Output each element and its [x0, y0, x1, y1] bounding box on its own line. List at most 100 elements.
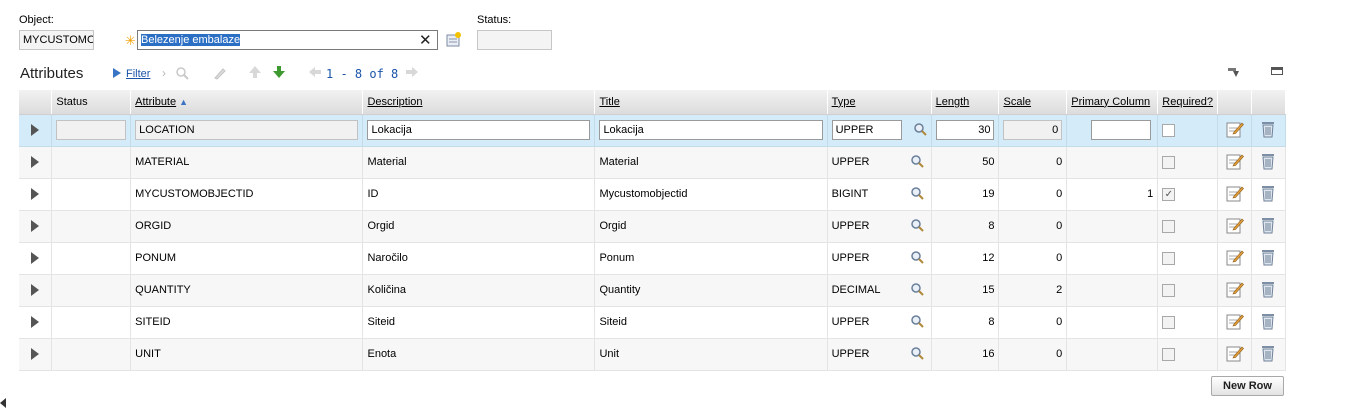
row-expand[interactable]	[19, 178, 53, 211]
trash-icon[interactable]	[1259, 184, 1277, 205]
status-input[interactable]	[56, 120, 127, 140]
header-status[interactable]: Status	[51, 90, 132, 115]
edit-cell	[1217, 146, 1252, 179]
table-row[interactable]: PONUM Naročilo Ponum UPPER 12 0	[19, 242, 1287, 275]
primary-cell	[1066, 274, 1159, 307]
table-row[interactable]: LOCATION Lokacija Lokacija UPPER 30 0	[19, 114, 1287, 147]
title-cell: Mycustomobjectid	[594, 178, 828, 211]
search-icon[interactable]	[175, 66, 189, 83]
trash-icon[interactable]	[1259, 248, 1277, 269]
lookup-icon[interactable]	[910, 282, 924, 299]
download-icon[interactable]	[1227, 67, 1241, 82]
table-row[interactable]: UNIT Enota Unit UPPER 16 0	[19, 338, 1287, 371]
table-row[interactable]: MYCUSTOMOBJECTID ID Mycustomobjectid BIGINT…	[19, 178, 1287, 211]
trash-icon[interactable]	[1259, 216, 1277, 237]
delete-cell	[1251, 306, 1287, 339]
filter-link[interactable]: Filter	[126, 68, 150, 80]
collapse-icon[interactable]	[1271, 67, 1283, 80]
clear-filter-icon[interactable]	[213, 66, 227, 83]
trash-icon[interactable]	[1259, 344, 1277, 365]
attribute-input[interactable]: LOCATION	[135, 120, 359, 140]
header-description[interactable]: Description	[362, 90, 596, 115]
lookup-icon[interactable]	[913, 122, 927, 139]
required-checkbox[interactable]	[1162, 219, 1176, 233]
row-expand[interactable]	[19, 274, 53, 307]
required-cell	[1157, 146, 1219, 179]
required-checkbox[interactable]	[1162, 283, 1176, 297]
arrow-down-icon[interactable]	[272, 65, 286, 82]
delete-cell	[1251, 146, 1287, 179]
expand-arrow-icon	[31, 124, 40, 137]
length-input[interactable]: 30	[935, 120, 995, 140]
row-expand[interactable]	[19, 114, 53, 147]
filter-arrow-icon[interactable]	[112, 67, 122, 82]
required-checkbox[interactable]	[1162, 251, 1176, 265]
type-value: UPPER	[831, 155, 870, 168]
edit-icon[interactable]	[1226, 216, 1244, 237]
status-field[interactable]	[477, 30, 552, 50]
arrow-up-icon[interactable]	[248, 65, 262, 82]
required-checkbox[interactable]: ✓	[1162, 187, 1176, 201]
trash-icon[interactable]	[1259, 312, 1277, 333]
edit-icon[interactable]	[1226, 280, 1244, 301]
clear-icon[interactable]: ✕	[419, 31, 432, 49]
trash-icon[interactable]	[1259, 152, 1277, 173]
edit-icon[interactable]	[1226, 184, 1244, 205]
edit-icon[interactable]	[1226, 120, 1244, 141]
required-checkbox[interactable]	[1162, 347, 1176, 361]
edit-icon[interactable]	[1226, 312, 1244, 333]
description-field[interactable]: Belezenje embalaze	[137, 30, 438, 50]
lookup-icon[interactable]	[910, 186, 924, 203]
lookup-icon[interactable]	[910, 250, 924, 267]
edit-icon[interactable]	[1226, 344, 1244, 365]
row-expand[interactable]	[19, 242, 53, 275]
table-row[interactable]: ORGID Orgid Orgid UPPER 8 0	[19, 210, 1287, 243]
required-checkbox[interactable]	[1162, 155, 1176, 169]
row-expand[interactable]	[19, 210, 53, 243]
header-title[interactable]: Title	[594, 90, 828, 115]
new-row-button[interactable]: New Row	[1211, 376, 1284, 396]
scroll-left-icon[interactable]	[0, 398, 6, 408]
row-expand[interactable]	[19, 306, 53, 339]
lookup-icon[interactable]	[910, 314, 924, 331]
trash-icon[interactable]	[1259, 120, 1277, 141]
trash-icon[interactable]	[1259, 280, 1277, 301]
table-row[interactable]: MATERIAL Material Material UPPER 50 0	[19, 146, 1287, 179]
type-cell: UPPER	[827, 242, 932, 275]
type-cell: UPPER	[827, 338, 932, 371]
header-required[interactable]: Required?	[1157, 90, 1219, 115]
primary-input[interactable]	[1091, 120, 1152, 140]
scale-input[interactable]: 0	[1003, 120, 1063, 140]
row-expand[interactable]	[19, 146, 53, 179]
title-input[interactable]: Lokacija	[599, 120, 823, 140]
header-type[interactable]: Type	[827, 90, 932, 115]
next-page-icon[interactable]	[405, 66, 419, 81]
row-expand[interactable]	[19, 338, 53, 371]
page-info: 1 - 8 of 8	[326, 67, 399, 81]
header-primary-column[interactable]: Primary Column	[1066, 90, 1159, 115]
primary-cell: 1	[1066, 178, 1159, 211]
header-attribute[interactable]: Attribute ▲	[130, 90, 364, 115]
required-checkbox[interactable]	[1162, 123, 1176, 137]
attribute-cell: ORGID	[130, 210, 364, 243]
long-description-icon[interactable]	[445, 31, 463, 52]
object-field[interactable]: MYCUSTOMOBJECT	[19, 30, 94, 50]
table-row[interactable]: QUANTITY Količina Quantity DECIMAL 15 2	[19, 274, 1287, 307]
edit-icon[interactable]	[1226, 248, 1244, 269]
lookup-icon[interactable]	[910, 346, 924, 363]
attribute-cell: SITEID	[130, 306, 364, 339]
chevron-right-icon: ›	[162, 66, 166, 80]
required-checkbox[interactable]	[1162, 315, 1176, 329]
header-scale-label: Scale	[1003, 95, 1032, 108]
lookup-icon[interactable]	[910, 154, 924, 171]
edit-icon[interactable]	[1226, 152, 1244, 173]
type-value: UPPER	[831, 315, 870, 328]
type-input[interactable]: UPPER	[831, 120, 902, 140]
header-length[interactable]: Length	[931, 90, 1000, 115]
header-scale[interactable]: Scale	[998, 90, 1068, 115]
previous-page-icon[interactable]	[308, 66, 322, 81]
lookup-icon[interactable]	[910, 218, 924, 235]
scale-cell: 0	[998, 178, 1068, 211]
description-input[interactable]: Lokacija	[367, 120, 591, 140]
table-row[interactable]: SITEID Siteid Siteid UPPER 8 0	[19, 306, 1287, 339]
